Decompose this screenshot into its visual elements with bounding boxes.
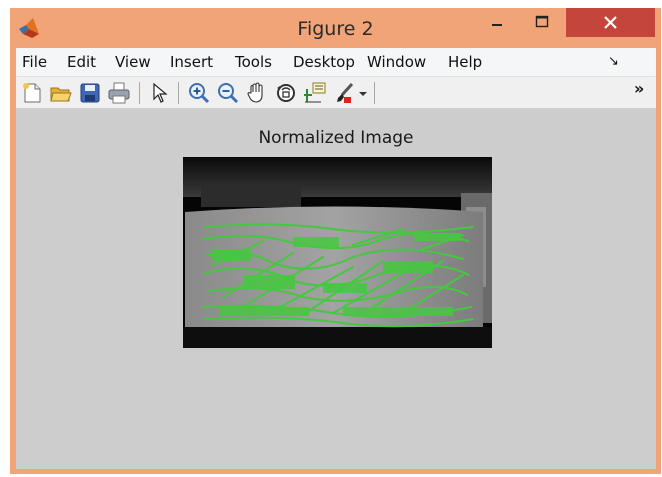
menu-bar: File Edit View Insert Tools Desktop Wind…: [16, 48, 656, 77]
figure-window: Figure 2 File Edit View Insert Tools Des…: [10, 8, 661, 474]
new-figure-button[interactable]: [20, 81, 44, 105]
minimize-icon: [492, 24, 502, 26]
rotate-3d-button[interactable]: [274, 81, 298, 105]
menu-overflow-icon[interactable]: ↘: [608, 54, 619, 69]
pan-hand-icon: [247, 82, 263, 103]
figure-canvas: Normalized Image: [16, 109, 656, 469]
minimize-button[interactable]: [475, 8, 519, 38]
toolbar-separator: [178, 82, 179, 104]
rotate-3d-icon: [277, 84, 295, 102]
open-file-icon: [50, 87, 72, 102]
print-icon: [108, 82, 130, 104]
data-cursor-button[interactable]: [303, 81, 327, 105]
close-icon: [604, 16, 617, 29]
brush-button[interactable]: [332, 81, 356, 105]
menu-insert[interactable]: Insert: [170, 53, 213, 71]
zoom-out-button[interactable]: [216, 81, 240, 105]
menu-tools[interactable]: Tools: [235, 53, 272, 71]
zoom-in-icon: [189, 83, 210, 104]
zoom-in-button[interactable]: [187, 81, 211, 105]
maximize-button[interactable]: [520, 8, 564, 38]
window-client-area: File Edit View Insert Tools Desktop Wind…: [16, 48, 656, 469]
toolbar-overflow-icon[interactable]: »: [634, 79, 644, 98]
matlab-logo-icon: [19, 18, 39, 38]
menu-help[interactable]: Help: [448, 53, 482, 71]
brush-dropdown-button[interactable]: [356, 81, 370, 105]
menu-file[interactable]: File: [22, 53, 47, 71]
brush-dropdown-icon: [359, 92, 367, 96]
menu-window[interactable]: Window: [367, 53, 426, 71]
menu-desktop[interactable]: Desktop: [293, 53, 364, 71]
save-icon: [80, 83, 100, 103]
figure-toolbar: »: [16, 77, 656, 109]
toolbar-separator: [139, 82, 140, 104]
print-button[interactable]: [107, 81, 131, 105]
axes-title: Normalized Image: [258, 128, 414, 148]
menu-view[interactable]: View: [115, 53, 151, 71]
brush-icon: [337, 82, 354, 103]
normalized-image: [183, 157, 492, 348]
save-button[interactable]: [78, 81, 102, 105]
toolbar-separator: [374, 82, 375, 104]
edit-plot-button[interactable]: [148, 81, 172, 105]
edit-plot-arrow-icon: [153, 82, 168, 103]
title-bar[interactable]: Figure 2: [10, 8, 661, 48]
maximize-icon: [535, 15, 549, 28]
menu-edit[interactable]: Edit: [67, 53, 96, 71]
zoom-out-icon: [218, 83, 239, 104]
pan-button[interactable]: [245, 81, 269, 105]
new-figure-icon: [23, 83, 41, 103]
data-cursor-icon: [304, 82, 326, 103]
open-file-button[interactable]: [49, 81, 73, 105]
close-button[interactable]: [566, 8, 655, 37]
